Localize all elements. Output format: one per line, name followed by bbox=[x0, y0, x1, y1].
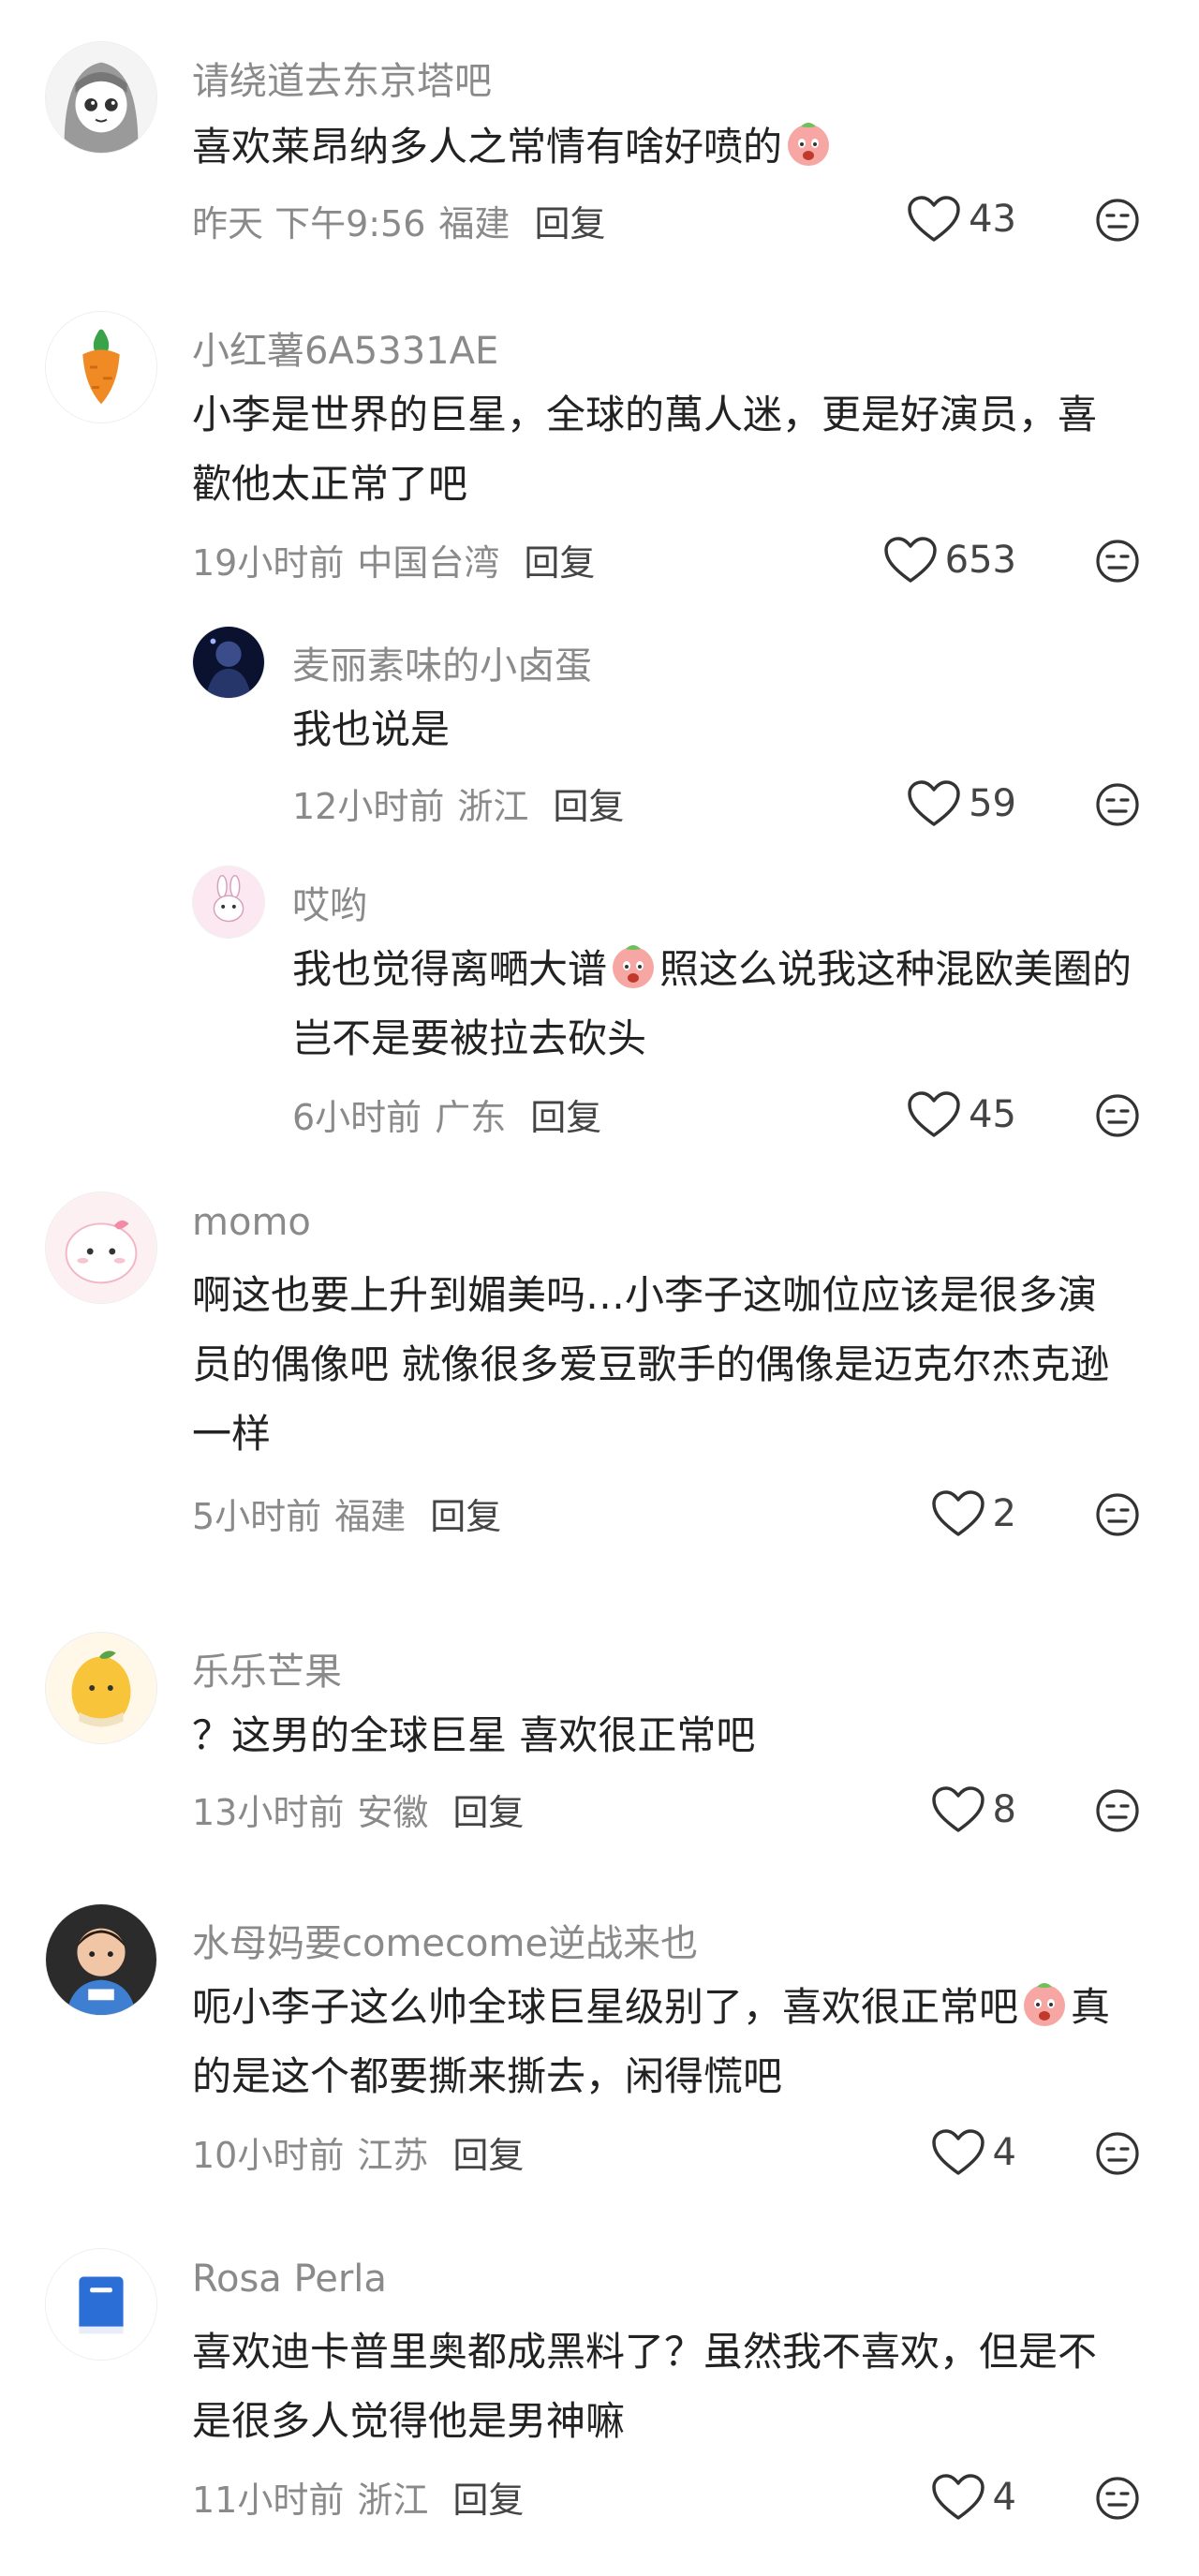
reply-button[interactable]: 回复 bbox=[553, 786, 624, 827]
dislike-face-icon[interactable] bbox=[1094, 197, 1141, 244]
comment-location: 安徽 bbox=[357, 1792, 429, 1833]
reply-button[interactable]: 回复 bbox=[452, 2135, 524, 2176]
comment-location: 浙江 bbox=[457, 786, 529, 827]
like-button[interactable]: 59 bbox=[907, 779, 1016, 828]
comment-text: 呃小李子这么帅全球巨星级别了，喜欢很正常吧 真的是这个都要撕来撕去，闲得慌吧 bbox=[192, 1973, 1138, 2111]
comment-meta: 10小时前 江苏 回复 bbox=[192, 2126, 524, 2178]
heart-icon bbox=[931, 2128, 985, 2177]
heart-icon bbox=[907, 1090, 961, 1139]
dislike-face-icon[interactable] bbox=[1094, 1491, 1141, 1538]
bunny-icon bbox=[193, 866, 264, 938]
dislike-face-icon[interactable] bbox=[1094, 1787, 1141, 1834]
avatar[interactable] bbox=[192, 866, 265, 939]
avatar[interactable] bbox=[45, 311, 157, 423]
username[interactable]: 哎哟 bbox=[292, 875, 367, 929]
avatar[interactable] bbox=[45, 1903, 157, 2016]
comment-time: 11小时前 bbox=[192, 2480, 345, 2521]
heart-icon bbox=[907, 779, 961, 828]
comment-meta: 13小时前 安徽 回复 bbox=[192, 1784, 524, 1835]
like-count: 59 bbox=[969, 782, 1016, 825]
heart-icon bbox=[931, 1489, 985, 1538]
username[interactable]: 乐乐芒果 bbox=[192, 1641, 342, 1695]
comment-text: 喜欢莱昂纳多人之常情有啥好喷的 bbox=[192, 112, 1129, 182]
comment-meta: 12小时前 浙江 回复 bbox=[292, 777, 624, 829]
comment-text: ？这男的全球巨星 喜欢很正常吧 bbox=[192, 1712, 756, 1758]
comment-time: 昨天 下午9:56 bbox=[192, 203, 426, 244]
comment-meta: 6小时前 广东 回复 bbox=[292, 1088, 601, 1140]
comment-text: 小李是世界的巨星，全球的萬人迷，更是好演员，喜歡他太正常了吧 bbox=[192, 392, 1098, 507]
comment-time: 19小时前 bbox=[192, 542, 345, 584]
comment-time: 6小时前 bbox=[292, 1097, 422, 1138]
child-photo-icon bbox=[46, 1904, 156, 2015]
comment-meta: 11小时前 浙江 回复 bbox=[192, 2471, 524, 2523]
comment-time: 12小时前 bbox=[292, 786, 445, 827]
peach-emoji-icon bbox=[784, 119, 833, 168]
like-button[interactable]: 43 bbox=[907, 195, 1016, 244]
comment-location: 福建 bbox=[438, 203, 511, 244]
carrot-icon bbox=[46, 312, 156, 422]
username[interactable]: 麦丽素味的小卤蛋 bbox=[292, 635, 592, 689]
comment-time: 13小时前 bbox=[192, 1792, 345, 1833]
comment-text: 喜欢迪卡普里奥都成黑料了？虽然我不喜欢，但是不是很多人觉得他是男神嘛 bbox=[192, 2329, 1098, 2444]
reply-button[interactable]: 回复 bbox=[530, 1097, 601, 1138]
peach-emoji-icon bbox=[1020, 1979, 1069, 2028]
comment-text: 啊这也要上升到媚美吗…小李子这咖位应该是很多演员的偶像吧 就像很多爱豆歌手的偶像… bbox=[192, 1272, 1110, 1457]
avatar[interactable] bbox=[45, 1632, 157, 1744]
like-button[interactable]: 8 bbox=[931, 1785, 1016, 1834]
username[interactable]: 小红薯6A5331AE bbox=[192, 320, 498, 375]
heart-icon bbox=[883, 536, 938, 585]
comment-location: 浙江 bbox=[357, 2480, 429, 2521]
comment-location: 江苏 bbox=[357, 2135, 429, 2176]
dislike-face-icon[interactable] bbox=[1094, 2130, 1141, 2177]
comment-location: 中国台湾 bbox=[357, 542, 500, 584]
username[interactable]: 水母妈要comecome逆战来也 bbox=[192, 1913, 698, 1967]
comment-text: 我也觉得离嗮大谱 照这么说我这种混欧美圈的岂不是要被拉去砍头 bbox=[292, 935, 1145, 1073]
mango-icon bbox=[46, 1633, 156, 1743]
avatar[interactable] bbox=[192, 626, 265, 699]
like-count: 4 bbox=[992, 2476, 1016, 2519]
dislike-face-icon[interactable] bbox=[1094, 538, 1141, 585]
crying-peach-emoji-icon bbox=[609, 941, 658, 990]
username[interactable]: 请绕道去东京塔吧 bbox=[192, 51, 492, 105]
heart-icon bbox=[931, 1785, 985, 1834]
like-button[interactable]: 2 bbox=[931, 1489, 1016, 1538]
like-count: 45 bbox=[969, 1093, 1016, 1136]
comment-meta: 19小时前 中国台湾 回复 bbox=[192, 534, 595, 585]
heart-icon bbox=[931, 2473, 985, 2522]
username[interactable]: momo bbox=[192, 1201, 311, 1244]
reply-button[interactable]: 回复 bbox=[524, 542, 595, 584]
blue-book-icon bbox=[46, 2249, 156, 2360]
like-count: 653 bbox=[944, 539, 1016, 582]
heart-icon bbox=[907, 195, 961, 244]
comment-text: 我也说是 bbox=[292, 706, 451, 752]
username[interactable]: Rosa Perla bbox=[192, 2258, 387, 2301]
like-count: 8 bbox=[992, 1788, 1016, 1831]
dislike-face-icon[interactable] bbox=[1094, 2475, 1141, 2522]
comment-time: 5小时前 bbox=[192, 1496, 322, 1537]
comment-meta: 昨天 下午9:56 福建 回复 bbox=[192, 195, 605, 246]
dislike-face-icon[interactable] bbox=[1094, 1092, 1141, 1139]
reply-button[interactable]: 回复 bbox=[430, 1496, 501, 1537]
pink-blob-icon bbox=[46, 1192, 156, 1303]
cartoon-girl-icon bbox=[46, 42, 156, 153]
comment-meta: 5小时前 福建 回复 bbox=[192, 1488, 501, 1539]
comment-location: 福建 bbox=[334, 1496, 407, 1537]
like-button[interactable]: 45 bbox=[907, 1090, 1016, 1139]
avatar[interactable] bbox=[45, 1192, 157, 1304]
like-button[interactable]: 4 bbox=[931, 2128, 1016, 2177]
reply-button[interactable]: 回复 bbox=[452, 1792, 524, 1833]
reply-button[interactable]: 回复 bbox=[452, 2480, 524, 2521]
dark-figure-icon bbox=[193, 627, 264, 698]
comment-time: 10小时前 bbox=[192, 2135, 345, 2176]
avatar[interactable] bbox=[45, 41, 157, 154]
like-count: 2 bbox=[992, 1492, 1016, 1535]
like-button[interactable]: 4 bbox=[931, 2473, 1016, 2522]
like-count: 43 bbox=[969, 198, 1016, 241]
like-button[interactable]: 653 bbox=[883, 536, 1016, 585]
reply-button[interactable]: 回复 bbox=[534, 203, 605, 244]
like-count: 4 bbox=[992, 2131, 1016, 2174]
comment-location: 广东 bbox=[435, 1097, 507, 1138]
avatar[interactable] bbox=[45, 2248, 157, 2361]
dislike-face-icon[interactable] bbox=[1094, 781, 1141, 828]
